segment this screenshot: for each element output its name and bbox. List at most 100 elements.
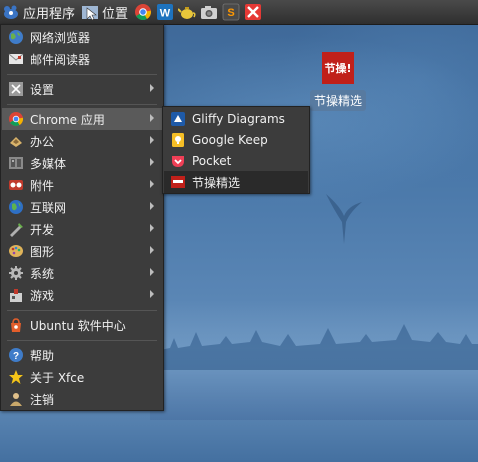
games-icon: [8, 287, 24, 303]
menu-separator: [7, 340, 157, 341]
menu-item-label: Chrome 应用: [30, 112, 105, 127]
menu-separator: [7, 310, 157, 311]
menu-item-graphics[interactable]: 图形: [2, 240, 162, 262]
teapot-icon: [178, 7, 196, 19]
menu-item-label: 多媒体: [30, 156, 67, 171]
menu-item-help[interactable]: ? 帮助: [2, 344, 162, 366]
places-menu-button[interactable]: 位置: [79, 0, 132, 24]
submenu-item-label: Pocket: [192, 154, 232, 168]
submenu-item-pocket[interactable]: Pocket: [164, 150, 308, 172]
submenu-arrow-icon: [150, 114, 154, 122]
applications-label: 应用程序: [23, 6, 76, 22]
submenu-arrow-icon: [150, 202, 154, 210]
development-icon: [8, 221, 24, 237]
about-xfce-icon: [8, 369, 24, 385]
accessories-icon: [8, 177, 24, 193]
sublime-text-icon: S: [222, 3, 240, 21]
ubuntu-software-center-icon: [8, 317, 24, 333]
menu-item-label: 关于 Xfce: [30, 370, 85, 385]
desktop-icon-label: 节操精选: [309, 90, 366, 111]
google-keep-icon: [170, 132, 186, 148]
menu-item-settings[interactable]: 设置: [2, 78, 162, 100]
multimedia-icon: [8, 155, 24, 171]
office-icon: [8, 133, 24, 149]
gliffy-icon: [170, 111, 186, 127]
submenu-arrow-icon: [150, 158, 154, 166]
places-label: 位置: [102, 6, 129, 22]
menu-item-label: 附件: [30, 178, 55, 193]
submenu-arrow-icon: [150, 224, 154, 232]
menu-separator: [7, 104, 157, 105]
submenu-item-gliffy[interactable]: Gliffy Diagrams: [164, 108, 308, 130]
settings-icon: [8, 81, 24, 97]
menu-item-accessories[interactable]: 附件: [2, 174, 162, 196]
menu-item-label: 系统: [30, 266, 55, 281]
submenu-item-label: 节操精选: [192, 175, 241, 190]
submenu-item-google-keep[interactable]: Google Keep: [164, 129, 308, 151]
menu-item-label: 注销: [30, 392, 55, 407]
jiecao-icon: [170, 174, 186, 190]
wps-writer-launcher[interactable]: W: [155, 2, 175, 22]
menu-item-internet[interactable]: 互联网: [2, 196, 162, 218]
submenu-item-label: Gliffy Diagrams: [192, 112, 285, 126]
menu-item-label: 办公: [30, 134, 55, 149]
system-icon: [8, 265, 24, 281]
top-panel: 应用程序 位置 W S: [0, 0, 478, 25]
menu-item-logout[interactable]: 注销: [2, 388, 162, 410]
camera-icon: [201, 6, 218, 19]
submenu-arrow-icon: [150, 84, 154, 92]
chrome-icon: [135, 4, 152, 20]
tree-silhouettes: [160, 324, 478, 370]
menu-item-development[interactable]: 开发: [2, 218, 162, 240]
menu-item-label: 游戏: [30, 288, 55, 303]
web-browser-icon: [8, 29, 24, 45]
menu-item-label: 开发: [30, 222, 55, 237]
desktop-icon-jiecao[interactable]: 节操! 节操精选: [306, 52, 370, 111]
sublime-text-launcher[interactable]: S: [221, 2, 241, 22]
help-icon: ?: [8, 347, 24, 363]
svg-text:W: W: [160, 8, 171, 20]
menu-item-label: 帮助: [30, 348, 55, 363]
menu-item-label: 互联网: [30, 200, 67, 215]
pocket-icon: [170, 153, 186, 169]
menu-item-about-xfce[interactable]: 关于 Xfce: [2, 366, 162, 388]
menu-item-chrome-apps[interactable]: Chrome 应用: [2, 108, 162, 130]
submenu-arrow-icon: [150, 268, 154, 276]
mail-reader-icon: [8, 51, 24, 67]
submenu-arrow-icon: [150, 290, 154, 298]
camera-launcher[interactable]: [199, 2, 219, 22]
applications-menu: 网络浏览器 邮件阅读器 设置 Chrome 应用 办公 多媒体 附件 互联网 开…: [0, 24, 164, 411]
menu-item-system[interactable]: 系统: [2, 262, 162, 284]
menu-item-mail-reader[interactable]: 邮件阅读器: [2, 48, 162, 70]
graphics-icon: [8, 243, 24, 259]
logout-icon: [8, 391, 24, 407]
xmind-launcher[interactable]: [243, 2, 263, 22]
svg-text:S: S: [227, 7, 234, 19]
menu-item-label: 网络浏览器: [30, 30, 91, 45]
teapot-launcher[interactable]: [177, 2, 197, 22]
menu-item-label: 图形: [30, 244, 55, 259]
submenu-arrow-icon: [150, 180, 154, 188]
chrome-icon: [8, 111, 24, 127]
bird-silhouette: [326, 194, 362, 244]
submenu-arrow-icon: [150, 246, 154, 254]
chrome-apps-submenu: Gliffy Diagrams Google Keep Pocket 节操精选: [162, 106, 310, 194]
submenu-arrow-icon: [150, 136, 154, 144]
menu-item-games[interactable]: 游戏: [2, 284, 162, 306]
chrome-launcher[interactable]: [133, 2, 153, 22]
internet-icon: [8, 199, 24, 215]
menu-item-office[interactable]: 办公: [2, 130, 162, 152]
menu-item-web-browser[interactable]: 网络浏览器: [2, 26, 162, 48]
menu-item-multimedia[interactable]: 多媒体: [2, 152, 162, 174]
places-folder-icon: [82, 6, 99, 21]
jiecao-desktop-icon: 节操!: [322, 52, 354, 84]
menu-item-label: Ubuntu 软件中心: [30, 318, 126, 333]
svg-text:?: ?: [13, 351, 19, 362]
menu-item-ubuntu-software-center[interactable]: Ubuntu 软件中心: [2, 314, 162, 336]
menu-separator: [7, 74, 157, 75]
applications-menu-button[interactable]: 应用程序: [0, 0, 79, 24]
menu-item-label: 邮件阅读器: [30, 52, 91, 67]
submenu-item-jiecao[interactable]: 节操精选: [164, 171, 308, 193]
xmind-icon: [245, 4, 262, 20]
xfce-mouse-icon: [4, 5, 18, 19]
